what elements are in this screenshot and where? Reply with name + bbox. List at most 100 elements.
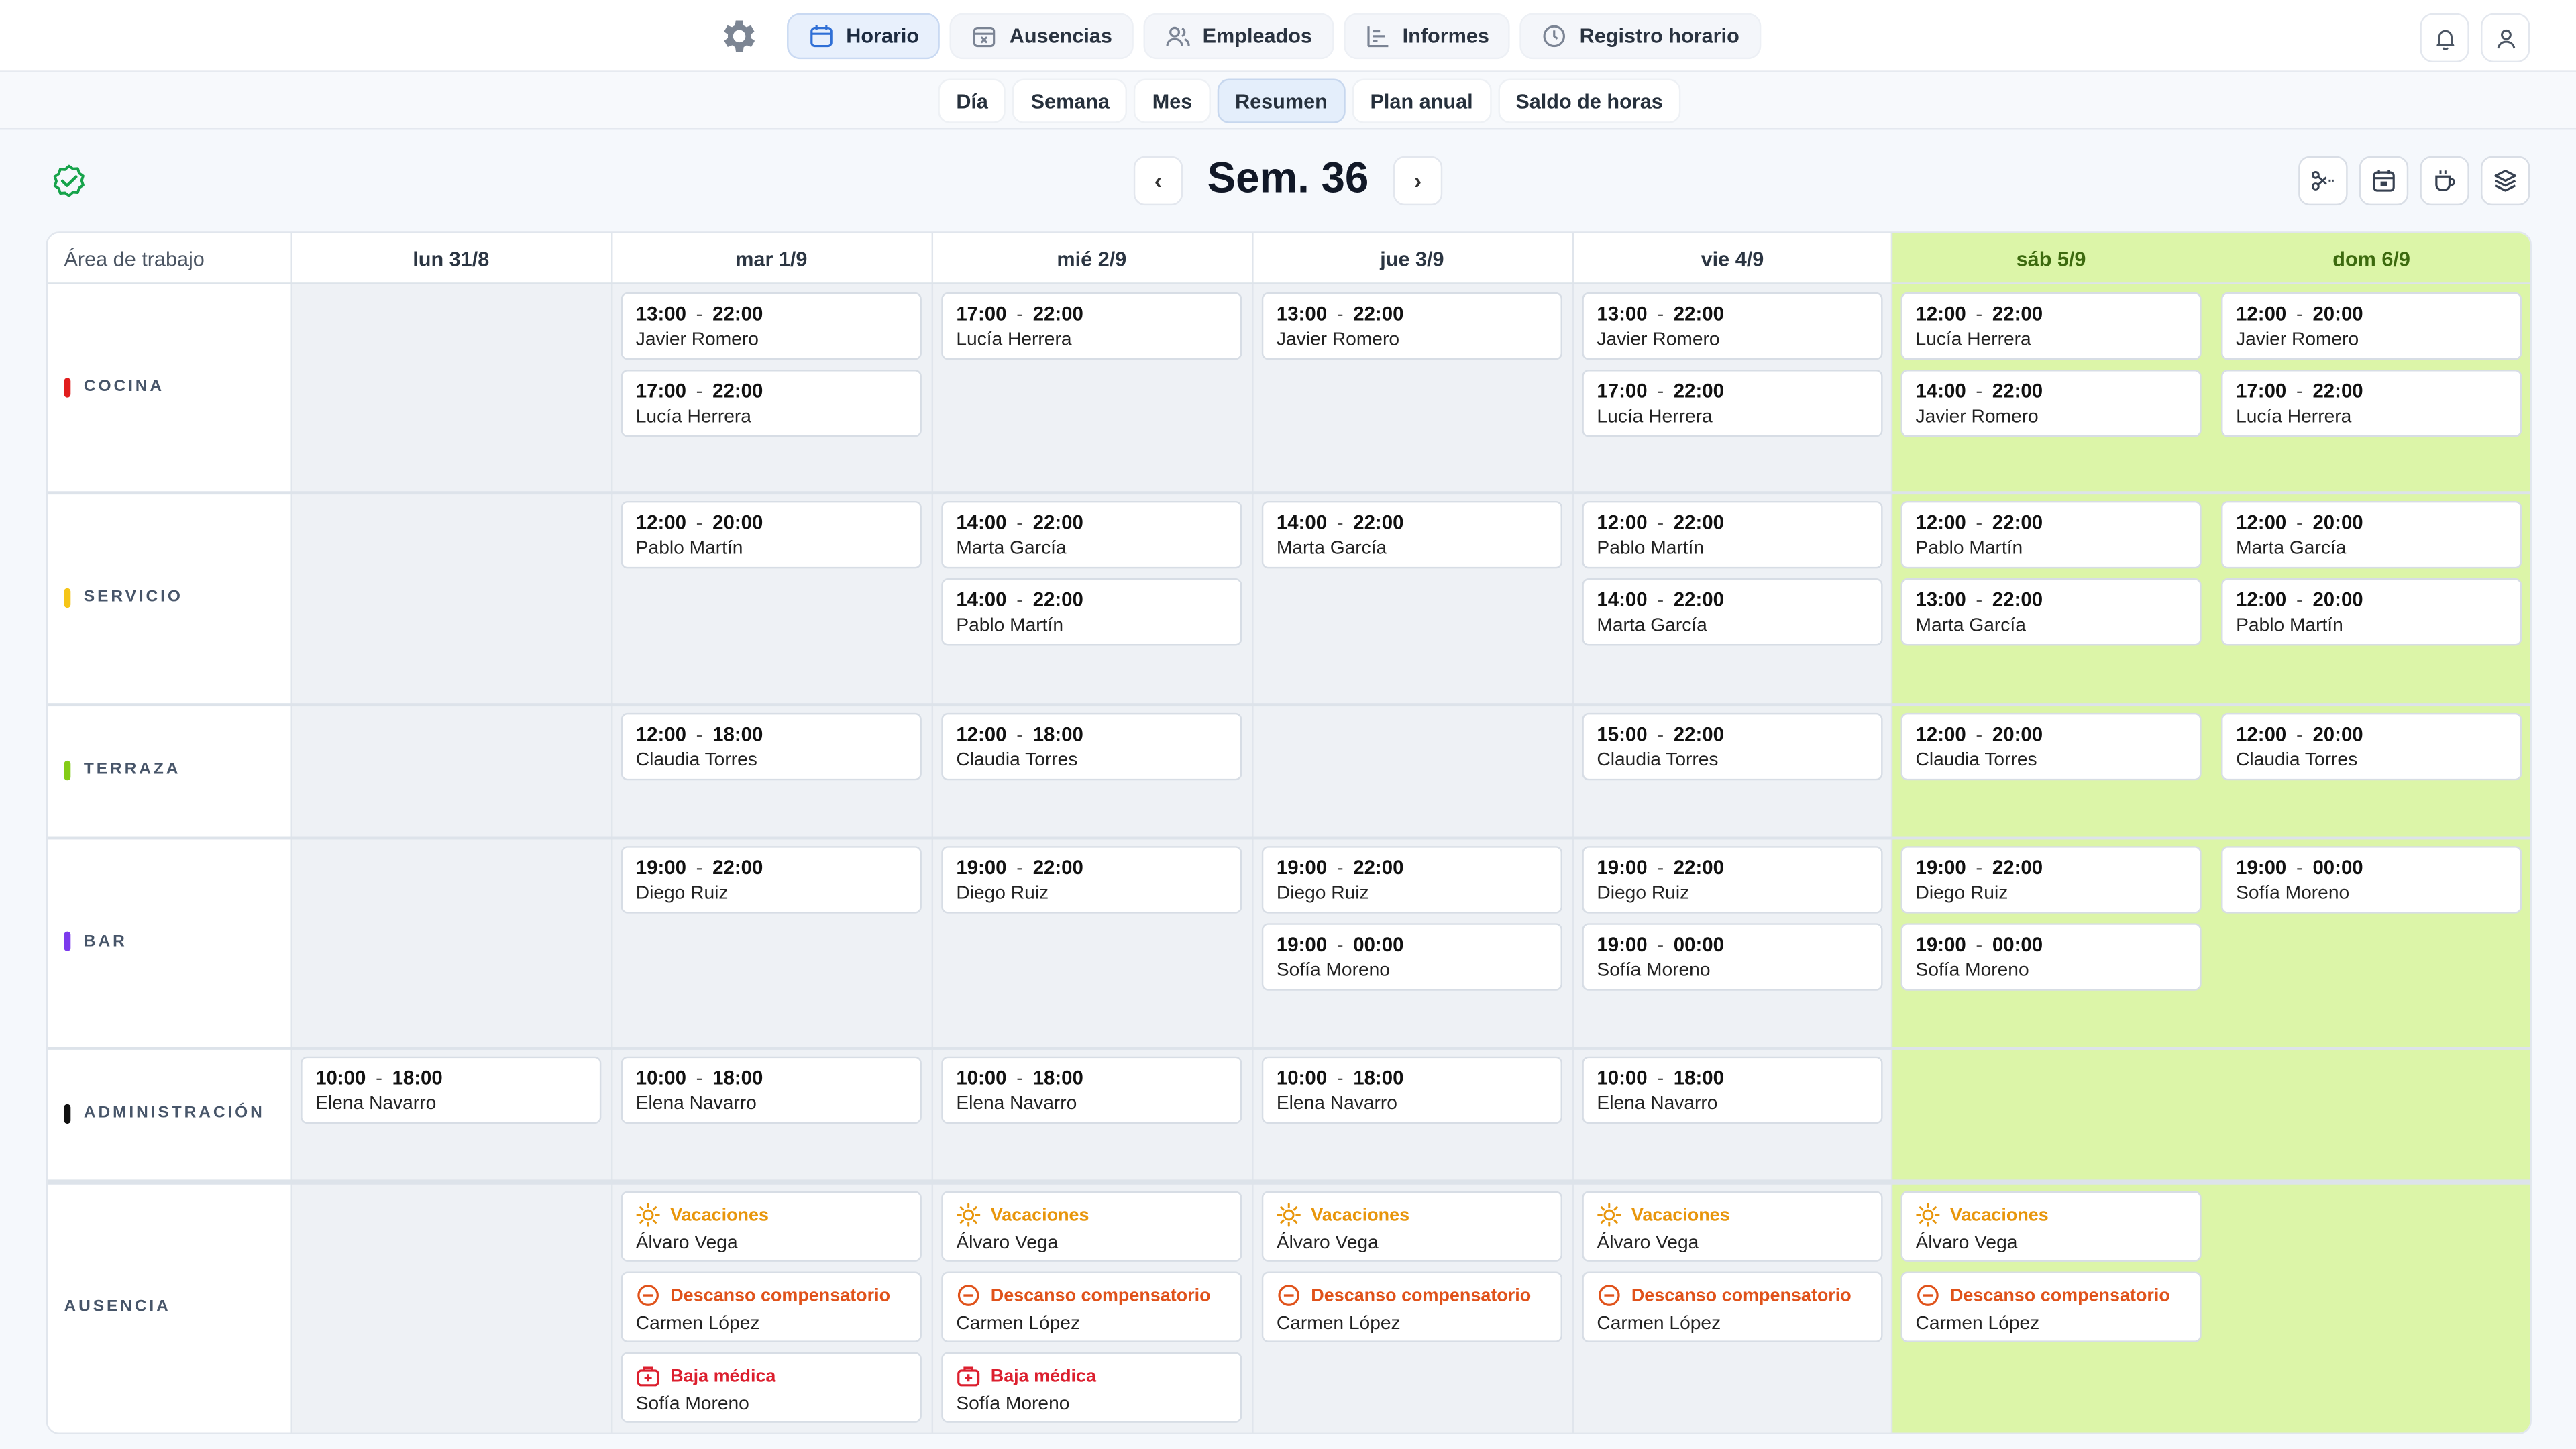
absence-employee: Carmen López [1597, 1314, 1721, 1334]
shift-employee: Lucía Herrera [1597, 407, 1713, 427]
shift-card[interactable]: 10:00-18:00 Elena Navarro [1261, 1056, 1562, 1124]
absence-card[interactable]: Descanso compensatorio Carmen López [1900, 1271, 2202, 1342]
sun-icon [1916, 1203, 1941, 1228]
shift-employee: Diego Ruiz [1276, 883, 1369, 904]
shift-card[interactable]: 19:00-00:00 Sofía Moreno [1261, 923, 1562, 991]
shift-card[interactable]: 12:00-20:00 Javier Romero [2221, 292, 2522, 360]
previous-week-button[interactable]: ‹ [1133, 156, 1183, 206]
tab-dia[interactable]: Día [938, 78, 1006, 123]
shift-card[interactable]: 12:00-22:00 Pablo Martín [1900, 500, 2202, 569]
shift-card[interactable]: 17:00-22:00 Lucía Herrera [621, 370, 922, 437]
shift-time-separator: - [1976, 511, 1983, 534]
column-divider [931, 233, 934, 1433]
shift-card[interactable]: 10:00-18:00 Elena Navarro [1582, 1056, 1883, 1124]
shift-card[interactable]: 13:00-22:00 Javier Romero [1582, 292, 1883, 360]
shift-time-separator: - [1976, 302, 1983, 325]
shift-card[interactable]: 10:00-18:00 Elena Navarro [621, 1056, 922, 1124]
nav-ausencias[interactable]: Ausencias [950, 13, 1134, 60]
shift-end: 22:00 [1353, 855, 1404, 879]
published-check-icon[interactable] [49, 161, 89, 201]
shift-card[interactable]: 12:00-22:00 Lucía Herrera [1900, 292, 2202, 360]
shift-card[interactable]: 17:00-22:00 Lucía Herrera [2221, 370, 2522, 437]
shift-card[interactable]: 14:00-22:00 Marta García [1582, 578, 1883, 646]
notifications-button[interactable] [2420, 13, 2469, 63]
absence-card[interactable]: Vacaciones Álvaro Vega [1261, 1191, 1562, 1262]
layers-button[interactable] [2480, 156, 2530, 206]
tab-semana[interactable]: Semana [1012, 78, 1128, 123]
shift-time: 12:00-20:00 [2236, 588, 2507, 611]
next-week-button[interactable]: › [1393, 156, 1443, 206]
absence-card[interactable]: Descanso compensatorio Carmen López [1582, 1271, 1883, 1342]
app-root: Horario Ausencias Empleados Informes Reg… [0, 0, 2576, 1449]
shift-card[interactable]: 19:00-22:00 Diego Ruiz [1582, 846, 1883, 914]
nav-registro-horario[interactable]: Registro horario [1520, 13, 1761, 60]
shift-card[interactable]: 14:00-22:00 Marta García [1261, 500, 1562, 569]
area-color-marker [64, 1103, 71, 1123]
absence-card[interactable]: Vacaciones Álvaro Vega [621, 1191, 922, 1262]
absence-card[interactable]: Descanso compensatorio Carmen López [941, 1271, 1242, 1342]
absence-card[interactable]: Vacaciones Álvaro Vega [941, 1191, 1242, 1262]
layers-icon [2494, 170, 2517, 192]
shift-time: 12:00-22:00 [1916, 511, 2187, 534]
shift-employee: Lucía Herrera [2236, 407, 2352, 427]
shift-time: 12:00-20:00 [2236, 723, 2507, 746]
nav-empleados[interactable]: Empleados [1143, 13, 1334, 60]
nav-informes[interactable]: Informes [1343, 13, 1511, 60]
shift-card[interactable]: 19:00-22:00 Diego Ruiz [621, 846, 922, 914]
shift-card[interactable]: 19:00-00:00 Sofía Moreno [2221, 846, 2522, 914]
shift-end: 18:00 [392, 1066, 443, 1089]
shift-card[interactable]: 12:00-20:00 Pablo Martín [2221, 578, 2522, 646]
shift-card[interactable]: 12:00-18:00 Claudia Torres [621, 712, 922, 781]
shift-card[interactable]: 14:00-22:00 Marta García [941, 500, 1242, 569]
tab-resumen[interactable]: Resumen [1217, 78, 1346, 123]
shift-time-separator: - [1336, 855, 1344, 879]
shift-card[interactable]: 14:00-22:00 Javier Romero [1900, 370, 2202, 437]
tab-saldo-de-horas[interactable]: Saldo de horas [1497, 78, 1681, 123]
shift-card[interactable]: 17:00-22:00 Lucía Herrera [941, 292, 1242, 360]
shift-card[interactable]: 14:00-22:00 Pablo Martín [941, 578, 1242, 646]
shift-card[interactable]: 10:00-18:00 Elena Navarro [941, 1056, 1242, 1124]
shift-time: 19:00-00:00 [1597, 933, 1868, 956]
tab-plan-anual[interactable]: Plan anual [1352, 78, 1491, 123]
absence-card[interactable]: Baja médica Sofía Moreno [621, 1352, 922, 1423]
nav-horario[interactable]: Horario [787, 13, 941, 60]
shift-card[interactable]: 15:00-22:00 Claudia Torres [1582, 712, 1883, 781]
shift-end: 22:00 [1353, 511, 1404, 534]
shift-card[interactable]: 19:00-00:00 Sofía Moreno [1582, 923, 1883, 991]
shift-card[interactable]: 12:00-20:00 Claudia Torres [2221, 712, 2522, 781]
shift-card[interactable]: 12:00-20:00 Pablo Martín [621, 500, 922, 569]
area-label-bar: BAR [64, 931, 127, 951]
shift-card[interactable]: 12:00-22:00 Pablo Martín [1582, 500, 1883, 569]
cut-shifts-button[interactable] [2298, 156, 2348, 206]
shift-card[interactable]: 19:00-00:00 Sofía Moreno [1900, 923, 2202, 991]
absence-card[interactable]: Vacaciones Álvaro Vega [1900, 1191, 2202, 1262]
shift-card[interactable]: 12:00-20:00 Marta García [2221, 500, 2522, 569]
shift-card[interactable]: 13:00-22:00 Marta García [1900, 578, 2202, 646]
absence-card[interactable]: Vacaciones Álvaro Vega [1582, 1191, 1883, 1262]
absence-card[interactable]: Baja médica Sofía Moreno [941, 1352, 1242, 1423]
shift-card[interactable]: 19:00-22:00 Diego Ruiz [1900, 846, 2202, 914]
shift-card[interactable]: 13:00-22:00 Javier Romero [621, 292, 922, 360]
shift-card[interactable]: 17:00-22:00 Lucía Herrera [1582, 370, 1883, 437]
absence-card[interactable]: Descanso compensatorio Carmen López [621, 1271, 922, 1342]
shift-end: 22:00 [1992, 379, 2043, 403]
gear-icon[interactable] [718, 15, 761, 58]
shift-employee: Sofía Moreno [1915, 961, 2029, 981]
shift-card[interactable]: 12:00-20:00 Claudia Torres [1900, 712, 2202, 781]
shift-employee: Claudia Torres [1597, 751, 1719, 771]
shift-card[interactable]: 13:00-22:00 Javier Romero [1261, 292, 1562, 360]
shift-card[interactable]: 19:00-22:00 Diego Ruiz [941, 846, 1242, 914]
absence-card[interactable]: Descanso compensatorio Carmen López [1261, 1271, 1562, 1342]
tab-mes[interactable]: Mes [1134, 78, 1211, 123]
shift-card[interactable]: 12:00-18:00 Claudia Torres [941, 712, 1242, 781]
profile-button[interactable] [2480, 13, 2530, 63]
shift-end: 00:00 [2312, 855, 2363, 879]
shift-time-separator: - [696, 511, 703, 534]
shift-employee: Elena Navarro [1597, 1094, 1718, 1114]
shift-card[interactable]: 19:00-22:00 Diego Ruiz [1261, 846, 1562, 914]
shift-card[interactable]: 10:00-18:00 Elena Navarro [301, 1056, 602, 1124]
day-header: vie 4/9 [1701, 247, 1764, 270]
absence-type: Vacaciones [1916, 1203, 2187, 1228]
break-button[interactable] [2420, 156, 2469, 206]
calendar-day-button[interactable] [2359, 156, 2409, 206]
